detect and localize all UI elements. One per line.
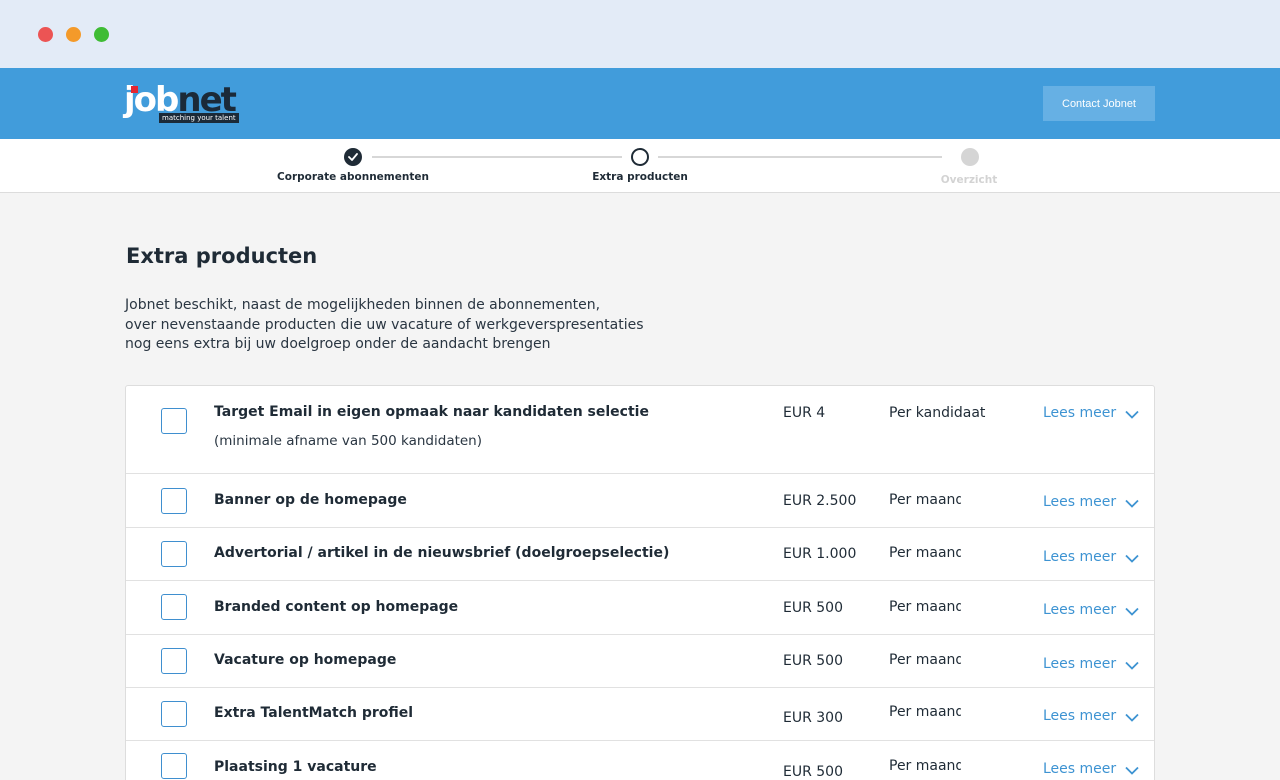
product-checkbox[interactable] [161,408,187,434]
step-label-corporate-abonnementen[interactable]: Corporate abonnementen [277,171,429,183]
step-label-extra-producten: Extra producten [592,171,688,183]
product-unit: Per maand [889,652,961,668]
jobnet-logo[interactable]: jobnet matching your talent [124,80,244,124]
lees-meer-link[interactable]: Lees meer [1043,602,1116,618]
lees-meer-link[interactable]: Lees meer [1043,761,1116,777]
stepper-connector [658,156,942,158]
product-row: Advertorial / artikel in de nieuwsbrief … [126,528,1154,581]
product-checkbox[interactable] [161,488,187,514]
product-unit: Per maand [889,545,961,561]
product-row: Vacature op homepage EUR 500 Per maand L… [126,635,1154,688]
product-name: Vacature op homepage [214,652,397,668]
product-unit: Per maand [889,599,961,615]
product-row: Branded content op homepage EUR 500 Per … [126,581,1154,635]
intro-text: Jobnet beschikt, naast de mogelijkheden … [125,296,645,355]
product-name: Plaatsing 1 vacature [214,759,377,775]
product-unit: Per maand [889,492,961,508]
checkmark-icon [348,153,358,161]
chevron-down-icon[interactable] [1125,766,1139,775]
product-unit: Per kandidaat [889,405,986,421]
step-done-icon[interactable] [344,148,362,166]
product-price: EUR 4 [783,405,826,421]
chevron-down-icon[interactable] [1125,499,1139,508]
product-row: Plaatsing 1 vacature EUR 500 Per maand L… [126,741,1154,780]
product-price: EUR 500 [783,764,843,780]
product-checkbox[interactable] [161,701,187,727]
stepper-connector [372,156,622,158]
step-pending-icon [961,148,979,166]
minimize-window-button[interactable] [66,27,81,42]
chevron-down-icon[interactable] [1125,410,1139,419]
lees-meer-link[interactable]: Lees meer [1043,549,1116,565]
product-checkbox[interactable] [161,753,187,779]
product-price: EUR 300 [783,710,843,726]
product-unit: Per maand [889,758,961,774]
product-price: EUR 500 [783,600,843,616]
product-name: Target Email in eigen opmaak naar kandid… [214,404,649,420]
lees-meer-link[interactable]: Lees meer [1043,656,1116,672]
page-title: Extra producten [126,244,318,268]
product-price: EUR 500 [783,653,843,669]
chevron-down-icon[interactable] [1125,554,1139,563]
products-table: Target Email in eigen opmaak naar kandid… [125,385,1155,780]
lees-meer-link[interactable]: Lees meer [1043,405,1116,421]
product-name: Advertorial / artikel in de nieuwsbrief … [214,545,670,561]
logo-tagline: matching your talent [159,113,239,123]
step-active-icon [631,148,649,166]
logo-red-dot [131,86,138,93]
contact-jobnet-button[interactable]: Contact Jobnet [1043,86,1155,121]
lees-meer-link[interactable]: Lees meer [1043,494,1116,510]
chevron-down-icon[interactable] [1125,661,1139,670]
intro-line: Jobnet beschikt, naast de mogelijkheden … [125,297,601,313]
intro-line: nog eens extra bij uw doelgroep onder de… [125,336,551,352]
site-header: jobnet matching your talent Contact Jobn… [0,68,1280,139]
product-subtext: (minimale afname van 500 kandidaten) [214,433,483,449]
product-name: Branded content op homepage [214,599,459,615]
progress-stepper: Corporate abonnementen Extra producten O… [0,139,1280,193]
product-price: EUR 1.000 [783,546,857,562]
product-name: Banner op de homepage [214,492,407,508]
product-checkbox[interactable] [161,648,187,674]
product-checkbox[interactable] [161,541,187,567]
chevron-down-icon[interactable] [1125,713,1139,722]
lees-meer-link[interactable]: Lees meer [1043,708,1116,724]
product-row: Banner op de homepage EUR 2.500 Per maan… [126,474,1154,528]
product-name: Extra TalentMatch profiel [214,705,414,721]
product-unit: Per maand [889,704,961,720]
zoom-window-button[interactable] [94,27,109,42]
close-window-button[interactable] [38,27,53,42]
chevron-down-icon[interactable] [1125,607,1139,616]
window-titlebar [0,0,1280,68]
intro-line: over nevenstaande producten die uw vacat… [125,316,644,333]
product-checkbox[interactable] [161,594,187,620]
product-row: Target Email in eigen opmaak naar kandid… [126,386,1154,474]
step-label-overzicht: Overzicht [940,174,998,186]
product-row: Extra TalentMatch profiel EUR 300 Per ma… [126,688,1154,741]
product-price: EUR 2.500 [783,493,857,509]
